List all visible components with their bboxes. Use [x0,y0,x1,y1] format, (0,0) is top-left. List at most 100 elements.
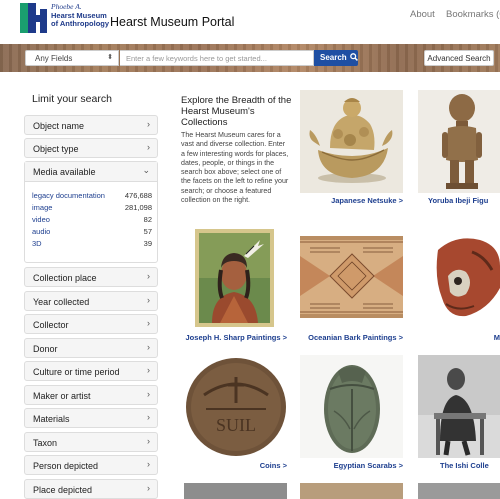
svg-text:SUIL: SUIL [216,415,256,435]
collection-link-ishi[interactable]: The Ishi Colle [440,461,500,470]
collection-link-scarabs[interactable]: Egyptian Scarabs > [300,461,403,470]
facet-value-count: 281,098 [124,203,152,212]
facet-label: Collection place [33,273,97,283]
facet-materials[interactable]: Materials › [24,408,158,428]
facet-value-count: 82 [143,215,152,224]
netsuke-figure-image [300,90,403,193]
search-button-label: Search [320,53,347,62]
facet-value-count: 57 [143,227,152,236]
chevron-right-icon: › [147,459,150,469]
collection-image-ishi[interactable] [418,355,500,458]
select-arrows-icon: ⬍ [107,54,113,61]
collection-link-masks[interactable]: M [418,333,500,342]
chevron-right-icon: › [147,483,150,493]
facet-label: Taxon [33,438,58,448]
search-button[interactable]: Search [314,50,358,66]
search-icon [350,53,358,61]
facet-donor[interactable]: Donor › [24,338,158,358]
limit-search-title: Limit your search [32,93,112,105]
chevron-right-icon: › [147,365,150,375]
advanced-search-button[interactable]: Advanced Search [424,50,494,66]
museum-logo[interactable]: Phoebe A. Hearst Museum of Anthropology [20,2,109,33]
facet-value-row[interactable]: audio 57 [32,227,152,239]
facet-collector[interactable]: Collector › [24,314,158,334]
collection-image-bark-paintings[interactable] [300,226,403,329]
facet-label: Media available [33,167,96,177]
collection-image-coins[interactable]: SUIL [184,355,287,458]
logo-line-3: of Anthropology [51,19,110,28]
facet-label: Culture or time period [33,367,120,377]
search-field-select[interactable]: Any Fields ⬍ [25,50,119,66]
chevron-right-icon: › [147,295,150,305]
collection-link-sharp-paintings[interactable]: Joseph H. Sharp Paintings > [184,333,287,342]
facet-label: Object type [33,144,79,154]
facet-label: Donor [33,344,58,354]
chevron-right-icon: › [147,142,150,152]
collection-image-netsuke[interactable] [300,90,403,193]
facet-year-collected[interactable]: Year collected › [24,291,158,311]
portal-title[interactable]: Hearst Museum Portal [110,15,234,29]
facet-maker-artist[interactable]: Maker or artist › [24,385,158,405]
facet-place-depicted[interactable]: Place depicted › [24,479,158,499]
chevron-right-icon: › [147,412,150,422]
collection-image-partial[interactable] [184,483,287,499]
facet-value-label[interactable]: 3D [32,239,42,248]
facet-value-row[interactable]: video 82 [32,215,152,227]
collection-link-coins[interactable]: Coins > [184,461,287,470]
facet-media-header[interactable]: Media available ⌄ [25,162,157,182]
intro-body: The Hearst Museum cares for a vast and d… [181,131,289,205]
logo-mark-icon [20,3,48,33]
facet-value-count: 39 [143,239,152,248]
facet-object-type[interactable]: Object type › [24,138,158,158]
facet-person-depicted[interactable]: Person depicted › [24,455,158,475]
facet-label: Year collected [33,297,90,307]
facet-value-row[interactable]: 3D 39 [32,239,152,251]
facet-media-available: Media available ⌄ legacy documentation 4… [24,161,158,263]
coin-image: SUIL [184,355,287,458]
intro-title: Explore the Breadth of the Hearst Museum… [181,95,292,128]
facet-value-count: 476,688 [124,191,152,200]
collection-image-sharp-paintings[interactable] [184,226,287,329]
facet-object-name[interactable]: Object name › [24,115,158,135]
search-input[interactable]: Enter a few keywords here to get started… [120,50,314,66]
facet-value-row[interactable]: legacy documentation 476,688 [32,191,152,203]
chevron-right-icon: › [147,119,150,129]
facet-value-label[interactable]: video [32,215,50,224]
facet-collection-place[interactable]: Collection place › [24,267,158,287]
nav-bookmarks-link[interactable]: Bookmarks (0) [446,9,500,20]
chevron-down-icon: ⌄ [142,165,150,175]
collection-image-partial[interactable] [418,483,500,499]
collection-link-netsuke[interactable]: Japanese Netsuke > [300,196,403,205]
facet-label: Materials [33,414,70,424]
chevron-right-icon: › [147,318,150,328]
bark-painting-image [300,226,403,329]
chevron-right-icon: › [147,342,150,352]
collection-image-masks[interactable] [418,226,500,329]
chevron-right-icon: › [147,271,150,281]
facet-label: Collector [33,320,69,330]
facet-value-label[interactable]: legacy documentation [32,191,105,200]
facet-value-label[interactable]: image [32,203,52,212]
mask-image [418,226,500,329]
scarab-image [300,355,403,458]
collection-image-scarabs[interactable] [300,355,403,458]
facet-value-label[interactable]: audio [32,227,50,236]
facet-label: Object name [33,121,85,131]
nav-about-link[interactable]: About [410,9,435,20]
collection-link-yoruba-ibeji[interactable]: Yoruba Ibeji Figu [428,196,500,205]
ibeji-figure-image [418,90,500,193]
collection-image-yoruba-ibeji[interactable] [418,90,500,193]
ishi-photo-image [418,355,500,458]
collection-image-partial[interactable] [300,483,403,499]
search-field-value: Any Fields [35,54,73,63]
chevron-right-icon: › [147,436,150,446]
collection-link-bark-paintings[interactable]: Oceanian Bark Paintings > [300,333,403,342]
facet-label: Maker or artist [33,391,91,401]
header: Phoebe A. Hearst Museum of Anthropology … [0,0,500,44]
facet-value-row[interactable]: image 281,098 [32,203,152,215]
facet-culture-period[interactable]: Culture or time period › [24,361,158,381]
facet-label: Person depicted [33,461,99,471]
facet-taxon[interactable]: Taxon › [24,432,158,452]
facet-label: Place depicted [33,485,93,495]
logo-text: Phoebe A. Hearst Museum of Anthropology [51,2,110,29]
